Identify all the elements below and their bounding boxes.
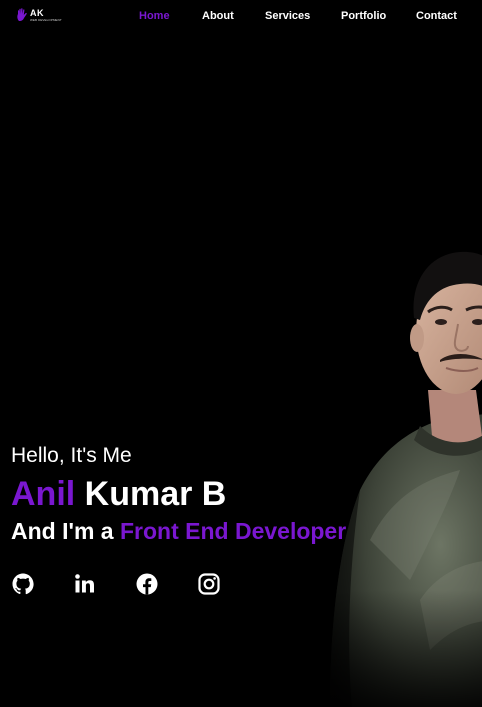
linkedin-icon — [75, 574, 94, 593]
linkedin-link[interactable] — [73, 572, 97, 596]
nav-home[interactable]: Home — [139, 10, 170, 22]
facebook-icon — [136, 573, 158, 595]
instagram-icon — [198, 573, 220, 595]
hero-name: Anil Kumar B — [11, 476, 481, 512]
facebook-link[interactable] — [135, 572, 159, 596]
hero-name-first: Anil — [11, 475, 76, 513]
social-links — [11, 572, 241, 596]
hero-section: Hello, It's Me Anil Kumar B And I'm a Fr… — [11, 444, 481, 545]
main-nav: Home About Services Portfolio Contact — [0, 10, 482, 24]
hero-role-highlight: Front End Developer — [119, 518, 347, 544]
hero-role: And I'm a Front End Developer — [11, 518, 481, 545]
hero-greeting: Hello, It's Me — [11, 444, 132, 467]
hero-role-prefix: And I'm a — [11, 518, 120, 544]
nav-services[interactable]: Services — [265, 10, 310, 22]
portfolio-page: AK WEB DEVELOPMENT Home About Services P… — [0, 0, 482, 707]
nav-contact[interactable]: Contact — [416, 10, 457, 22]
nav-about[interactable]: About — [202, 10, 234, 22]
hero-name-rest: Kumar B — [75, 475, 227, 513]
site-header: AK WEB DEVELOPMENT Home About Services P… — [0, 0, 482, 34]
nav-portfolio[interactable]: Portfolio — [341, 10, 386, 22]
github-link[interactable] — [11, 572, 35, 596]
github-icon — [12, 573, 34, 595]
instagram-link[interactable] — [197, 572, 221, 596]
